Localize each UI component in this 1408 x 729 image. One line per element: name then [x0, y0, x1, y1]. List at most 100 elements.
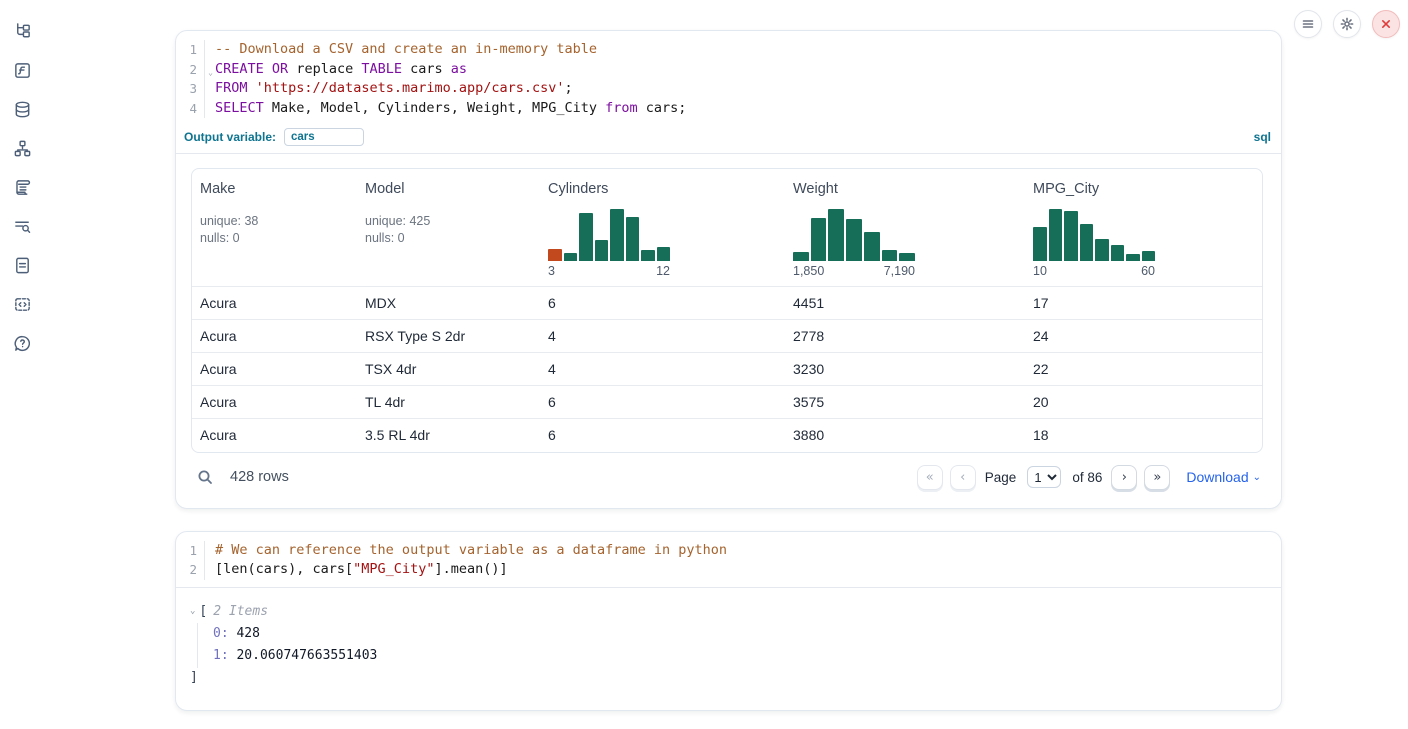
- page-total-label: of 86: [1072, 470, 1102, 485]
- tree-entry-value: 428: [229, 626, 260, 641]
- code-text: -- Download a CSV and create an in-memor…: [205, 40, 597, 60]
- column-name[interactable]: Model: [365, 181, 532, 197]
- histogram-bar: [899, 253, 915, 261]
- histogram-bar: [1095, 239, 1109, 261]
- dependency-graph-icon[interactable]: [11, 137, 33, 159]
- histogram-bar: [811, 218, 827, 261]
- page-select[interactable]: 1: [1027, 466, 1061, 488]
- chevron-down-icon: ⌄: [1253, 472, 1261, 483]
- next-page-button[interactable]: ›: [1111, 465, 1137, 490]
- table-row[interactable]: AcuraTSX 4dr4323022: [192, 353, 1263, 386]
- column-histogram[interactable]: 1060: [1033, 209, 1155, 278]
- column-header: Cylinders 312: [540, 169, 785, 287]
- column-name[interactable]: MPG_City: [1033, 181, 1257, 197]
- table-cell: 3575: [785, 386, 1025, 419]
- logs-icon[interactable]: [11, 215, 33, 237]
- settings-button[interactable]: [1333, 10, 1361, 38]
- table-cell: Acura: [192, 386, 357, 419]
- code-line[interactable]: 2⌄CREATE OR replace TABLE cars as: [176, 60, 1281, 80]
- items-count-label: 2 Items: [213, 604, 268, 619]
- table-cell: TL 4dr: [357, 386, 540, 419]
- output-variable-label: Output variable:: [184, 130, 276, 144]
- gear-icon: [1340, 17, 1354, 31]
- column-stats: unique: 38nulls: 0: [200, 213, 349, 247]
- python-editor[interactable]: 1# We can reference the output variable …: [176, 532, 1281, 587]
- language-badge: sql: [1254, 130, 1271, 144]
- table-cell: Acura: [192, 287, 357, 320]
- collapse-chevron-icon[interactable]: ⌄: [190, 606, 195, 616]
- table-cell: 20: [1025, 386, 1263, 419]
- tree-body: 0: 4281: 20.060747663551403: [197, 623, 1265, 668]
- topbar-actions: [1294, 10, 1400, 38]
- histogram-bar: [828, 209, 844, 261]
- help-icon[interactable]: [11, 332, 33, 354]
- code-line[interactable]: 3FROM 'https://datasets.marimo.app/cars.…: [176, 79, 1281, 99]
- line-number: 4: [176, 99, 205, 119]
- table-cell: 22: [1025, 353, 1263, 386]
- first-page-button[interactable]: «: [917, 465, 943, 490]
- histogram-bar: [610, 209, 624, 261]
- sql-cell-output: Make unique: 38nulls: 0 Model unique: 425nu…: [176, 154, 1281, 508]
- table-cell: 4: [540, 353, 785, 386]
- last-page-button[interactable]: »: [1144, 465, 1170, 490]
- column-header: Weight 1,8507,190: [785, 169, 1025, 287]
- variables-icon[interactable]: [11, 59, 33, 81]
- prev-page-button[interactable]: ‹: [950, 465, 976, 490]
- table-cell: Acura: [192, 353, 357, 386]
- histogram-bar: [864, 232, 880, 261]
- file-explorer-icon[interactable]: [11, 20, 33, 42]
- code-line[interactable]: 1-- Download a CSV and create an in-memo…: [176, 40, 1281, 60]
- row-count: 428 rows: [230, 469, 289, 485]
- fold-chevron-icon[interactable]: ⌄: [208, 63, 213, 83]
- line-number: 3: [176, 79, 205, 99]
- histogram-bar: [548, 249, 562, 261]
- table-row[interactable]: Acura3.5 RL 4dr6388018: [192, 419, 1263, 452]
- column-histogram[interactable]: 1,8507,190: [793, 209, 915, 278]
- histogram-bar: [579, 213, 593, 261]
- download-button[interactable]: Download ⌄: [1186, 469, 1261, 485]
- column-header: Make unique: 38nulls: 0: [192, 169, 357, 287]
- snippets-icon[interactable]: [11, 293, 33, 315]
- table-row[interactable]: AcuraMDX6445117: [192, 287, 1263, 320]
- data-table: Make unique: 38nulls: 0 Model unique: 425nu…: [191, 168, 1263, 453]
- column-name[interactable]: Weight: [793, 181, 1017, 197]
- sidebar-panel: [0, 0, 44, 729]
- datasources-icon[interactable]: [11, 98, 33, 120]
- table-row[interactable]: AcuraRSX Type S 2dr4277824: [192, 320, 1263, 353]
- column-histogram[interactable]: 312: [548, 209, 670, 278]
- table-row[interactable]: AcuraTL 4dr6357520: [192, 386, 1263, 419]
- histogram-bar: [1064, 211, 1078, 261]
- documentation-icon[interactable]: [11, 254, 33, 276]
- column-name[interactable]: Make: [200, 181, 349, 197]
- code-line[interactable]: 1# We can reference the output variable …: [176, 541, 1281, 561]
- table-header-row: Make unique: 38nulls: 0 Model unique: 425nu…: [192, 169, 1263, 287]
- table-cell: 6: [540, 419, 785, 452]
- search-icon[interactable]: [197, 469, 214, 486]
- code-line[interactable]: 2[len(cars), cars["MPG_City"].mean()]: [176, 560, 1281, 580]
- histogram-bar: [793, 252, 809, 261]
- tree-header: ⌄ [ 2 Items: [190, 604, 1265, 619]
- sql-cell: 1 -- Download a CSV and create an in-memo…: [175, 30, 1282, 509]
- table-cell: 24: [1025, 320, 1263, 353]
- table-cell: 6: [540, 386, 785, 419]
- histogram-bar: [1111, 245, 1125, 261]
- scratchpad-icon[interactable]: [11, 176, 33, 198]
- table-cell: 4: [540, 320, 785, 353]
- histogram-bar: [1049, 209, 1063, 261]
- code-text: SELECT Make, Model, Cylinders, Weight, M…: [205, 99, 686, 119]
- table-footer: 428 rows « ‹ Page 1 of 86 › » Download ⌄: [191, 453, 1263, 498]
- histogram-axis: 312: [548, 264, 670, 278]
- line-number: 2: [176, 560, 205, 580]
- column-stats: unique: 425nulls: 0: [365, 213, 532, 247]
- sql-editor[interactable]: 1-- Download a CSV and create an in-memo…: [176, 31, 1281, 125]
- histogram-bar: [1142, 251, 1156, 261]
- line-number: 2⌄: [176, 60, 205, 80]
- code-line[interactable]: 4SELECT Make, Model, Cylinders, Weight, …: [176, 99, 1281, 119]
- column-name[interactable]: Cylinders: [548, 181, 777, 197]
- output-variable-input[interactable]: [284, 128, 364, 146]
- shutdown-button[interactable]: [1372, 10, 1400, 38]
- table-cell: 6: [540, 287, 785, 320]
- page-label: Page: [985, 470, 1017, 485]
- download-label: Download: [1186, 469, 1248, 485]
- menu-button[interactable]: [1294, 10, 1322, 38]
